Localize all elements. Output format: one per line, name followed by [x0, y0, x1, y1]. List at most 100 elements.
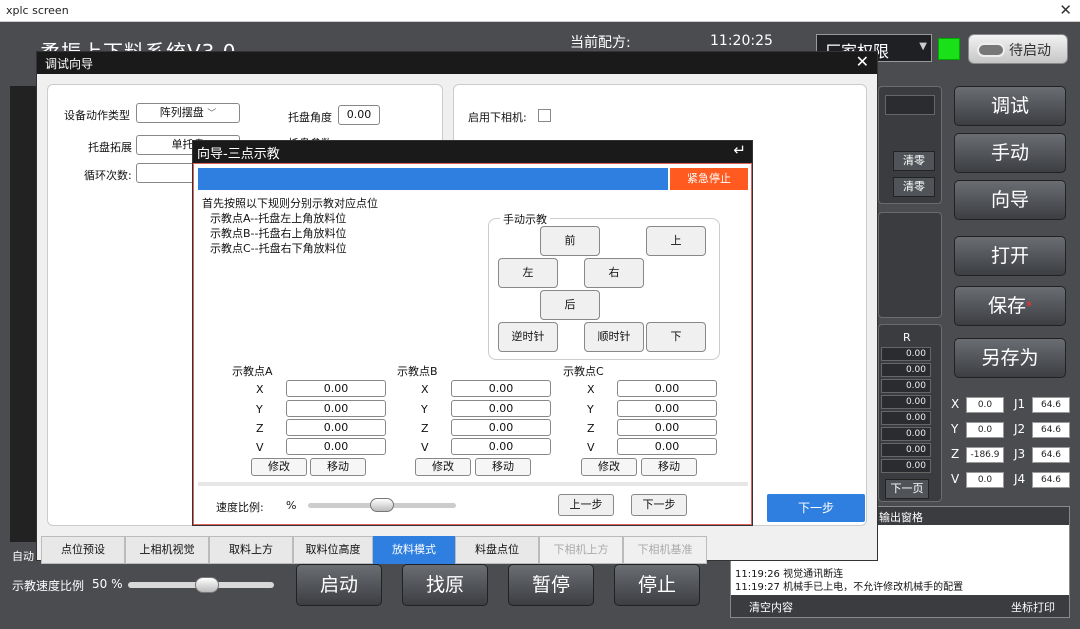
tab-pick-height[interactable]: 取料位高度: [293, 536, 373, 564]
point-c-y[interactable]: 0.00: [617, 400, 717, 417]
next-page-button[interactable]: 下一页: [885, 479, 929, 499]
window-title: xplc screen: [6, 4, 69, 17]
move-button[interactable]: 移动: [641, 458, 697, 476]
jog-left-button[interactable]: 左: [498, 258, 558, 288]
axis-label: X: [421, 383, 429, 396]
point-c-z[interactable]: 0.00: [617, 419, 717, 436]
tab-pick-above[interactable]: 取料上方: [209, 536, 293, 564]
status-button[interactable]: 待启动: [968, 34, 1068, 64]
point-b-x[interactable]: 0.00: [451, 380, 551, 397]
axis-label: X: [951, 397, 960, 411]
jog-front-button[interactable]: 前: [540, 226, 600, 256]
status-bar: [198, 168, 668, 190]
print-coords-button[interactable]: 坐标打印: [1011, 599, 1055, 615]
modify-button[interactable]: 修改: [581, 458, 637, 476]
joint-label: J2: [1014, 422, 1026, 436]
jog-right-button[interactable]: 右: [584, 258, 644, 288]
joint-value: 64.6: [1032, 422, 1070, 438]
home-button[interactable]: 找原: [402, 564, 488, 606]
jog-ccw-button[interactable]: 逆时针: [498, 322, 558, 352]
emergency-stop-button[interactable]: 紧急停止: [670, 168, 748, 190]
move-button[interactable]: 移动: [475, 458, 531, 476]
three-point-dialog: 向导-三点示教 ↵ 紧急停止 首先按照以下规则分别示教对应点位 示教点A--托盘…: [192, 140, 753, 526]
prev-step-button[interactable]: 上一步: [558, 494, 614, 516]
r-value: 0.00: [881, 427, 931, 441]
r-value: 0.00: [881, 443, 931, 457]
jog-cw-button[interactable]: 顺时针: [584, 322, 644, 352]
tab-upper-camera[interactable]: 上相机视觉: [125, 536, 209, 564]
clear-log-button[interactable]: 清空内容: [749, 599, 793, 615]
point-a-y[interactable]: 0.00: [286, 400, 386, 417]
pause-button[interactable]: 暂停: [508, 564, 594, 606]
action-type-label: 设备动作类型: [64, 109, 130, 122]
point-c-x[interactable]: 0.00: [617, 380, 717, 397]
axis-label: V: [587, 441, 595, 454]
three-point-body: 紧急停止 首先按照以下规则分别示教对应点位 示教点A--托盘左上角放料位 示教点…: [193, 163, 752, 525]
speed-unit: %: [111, 577, 123, 591]
save-as-button[interactable]: 另存为: [954, 338, 1066, 378]
joint-label: J3: [1014, 447, 1026, 461]
return-icon[interactable]: ↵: [733, 141, 746, 159]
tab-lower-camera-base[interactable]: 下相机基准: [623, 536, 707, 564]
r-header: R: [903, 331, 911, 344]
action-type-select[interactable]: 阵列摆盘 ﹀: [136, 103, 240, 123]
wizard-next-button[interactable]: 下一步: [767, 494, 865, 522]
speed-label: 示教速度比例: [12, 579, 85, 593]
axis-label: V: [421, 441, 429, 454]
window-close-icon[interactable]: ✕: [1059, 1, 1072, 19]
three-point-header: 向导-三点示教 ↵: [193, 141, 752, 163]
speed-ratio-slider[interactable]: [308, 498, 456, 512]
tab-lower-camera-above[interactable]: 下相机上方: [539, 536, 623, 564]
point-b-v[interactable]: 0.00: [451, 438, 551, 455]
joint-label: J4: [1014, 472, 1026, 486]
jog-back-button[interactable]: 后: [540, 290, 600, 320]
close-icon[interactable]: ✕: [856, 52, 869, 71]
move-button[interactable]: 移动: [310, 458, 366, 476]
speed-ratio-unit: %: [286, 499, 297, 512]
clear-button-1[interactable]: 清零: [893, 151, 935, 171]
r-value: 0.00: [881, 347, 931, 361]
speed-slider-track[interactable]: [128, 577, 274, 593]
auto-label: 自动: [12, 550, 34, 563]
axis-label: X: [256, 383, 264, 396]
save-button[interactable]: 保存*: [954, 286, 1066, 326]
point-a-v[interactable]: 0.00: [286, 438, 386, 455]
log-line: 11:19:27 机械手已上电，不允许修改机械手的配置: [735, 582, 964, 593]
jog-down-button[interactable]: 下: [646, 322, 706, 352]
stop-button[interactable]: 停止: [614, 564, 700, 606]
open-button[interactable]: 打开: [954, 236, 1066, 276]
start-button[interactable]: 启动: [296, 564, 382, 606]
point-b-z[interactable]: 0.00: [451, 419, 551, 436]
log-toolbar: 清空内容 坐标打印: [731, 595, 1069, 617]
axis-label: X: [587, 383, 595, 396]
point-b-y[interactable]: 0.00: [451, 400, 551, 417]
tray-angle-label: 托盘角度: [288, 111, 332, 124]
tray-expand-label: 托盘拓展: [88, 141, 132, 154]
tab-place-mode[interactable]: 放料模式: [373, 536, 455, 564]
speed-slider-thumb[interactable]: [195, 577, 220, 593]
wizard-button[interactable]: 向导: [954, 180, 1066, 220]
r-column-panel: R 0.00 0.00 0.00 0.00 0.00 0.00 0.00 0.0…: [878, 324, 942, 502]
point-title: 示教点A: [232, 365, 273, 378]
point-a-z[interactable]: 0.00: [286, 419, 386, 436]
clear-button-2[interactable]: 清零: [893, 177, 935, 197]
point-a-x[interactable]: 0.00: [286, 380, 386, 397]
point-c-v[interactable]: 0.00: [617, 438, 717, 455]
jog-up-button[interactable]: 上: [646, 226, 706, 256]
tray-angle-input[interactable]: 0.00: [338, 105, 380, 125]
chevron-down-icon: ▼: [919, 41, 927, 52]
modify-button[interactable]: 修改: [415, 458, 471, 476]
next-step-button[interactable]: 下一步: [631, 494, 687, 516]
manual-teach-title: 手动示教: [500, 211, 550, 227]
speed-ratio-thumb[interactable]: [370, 498, 394, 512]
speed-number: 50: [92, 577, 108, 591]
modify-button[interactable]: 修改: [251, 458, 307, 476]
point-title: 示教点C: [563, 365, 604, 378]
debug-button[interactable]: 调试: [954, 86, 1066, 126]
tab-point-preset[interactable]: 点位预设: [41, 536, 125, 564]
manual-button[interactable]: 手动: [954, 133, 1066, 173]
axis-label: Y: [256, 403, 263, 416]
tab-tray-points[interactable]: 料盘点位: [455, 536, 539, 564]
r-value: 0.00: [881, 395, 931, 409]
lower-camera-checkbox[interactable]: [538, 109, 551, 122]
